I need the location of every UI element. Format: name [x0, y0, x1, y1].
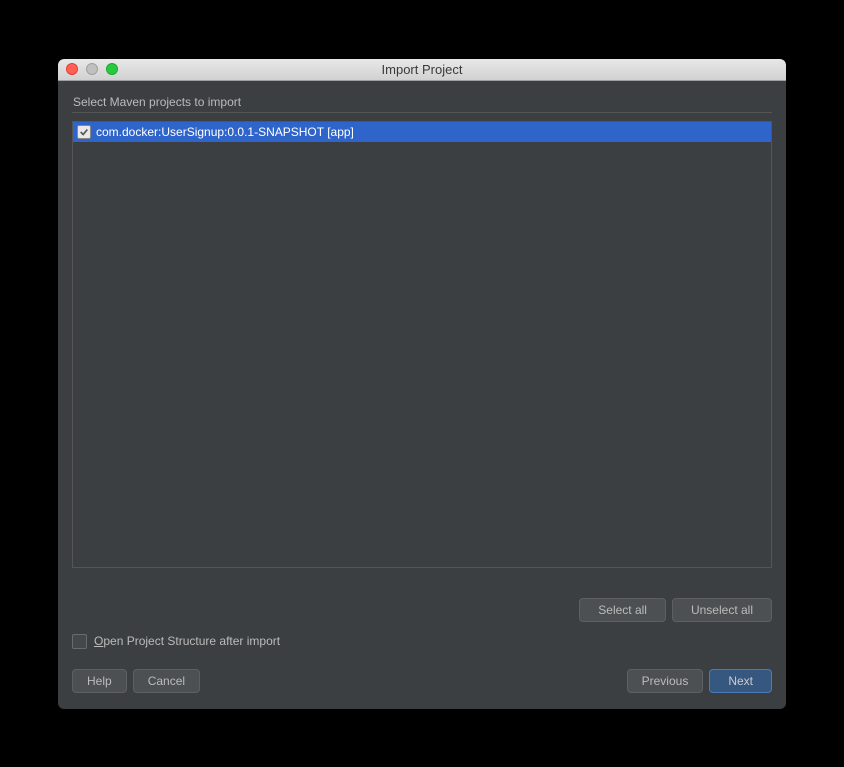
- open-structure-checkbox[interactable]: [72, 634, 87, 649]
- project-checkbox[interactable]: [77, 125, 91, 139]
- open-structure-label: Open Project Structure after import: [94, 634, 280, 648]
- project-list[interactable]: com.docker:UserSignup:0.0.1-SNAPSHOT [ap…: [72, 121, 772, 568]
- project-list-item[interactable]: com.docker:UserSignup:0.0.1-SNAPSHOT [ap…: [73, 122, 771, 142]
- project-label: com.docker:UserSignup:0.0.1-SNAPSHOT [ap…: [96, 125, 354, 139]
- check-icon: [79, 127, 89, 137]
- dialog-button-row: Help Cancel Previous Next: [72, 669, 772, 693]
- left-button-group: Help Cancel: [72, 669, 200, 693]
- next-button[interactable]: Next: [709, 669, 772, 693]
- unselect-all-button[interactable]: Unselect all: [672, 598, 772, 622]
- open-structure-option[interactable]: Open Project Structure after import: [72, 634, 772, 649]
- subtitle: Select Maven projects to import: [72, 95, 772, 109]
- dialog-content: Select Maven projects to import com.dock…: [58, 81, 786, 709]
- window-title: Import Project: [58, 62, 786, 77]
- select-all-button[interactable]: Select all: [579, 598, 666, 622]
- divider: [72, 112, 772, 113]
- minimize-icon: [86, 63, 98, 75]
- import-project-window: Import Project Select Maven projects to …: [58, 59, 786, 709]
- right-button-group: Previous Next: [627, 669, 772, 693]
- cancel-button[interactable]: Cancel: [133, 669, 200, 693]
- traffic-lights: [58, 63, 118, 75]
- titlebar[interactable]: Import Project: [58, 59, 786, 81]
- maximize-icon[interactable]: [106, 63, 118, 75]
- help-button[interactable]: Help: [72, 669, 127, 693]
- previous-button[interactable]: Previous: [627, 669, 704, 693]
- close-icon[interactable]: [66, 63, 78, 75]
- select-buttons-row: Select all Unselect all: [72, 598, 772, 622]
